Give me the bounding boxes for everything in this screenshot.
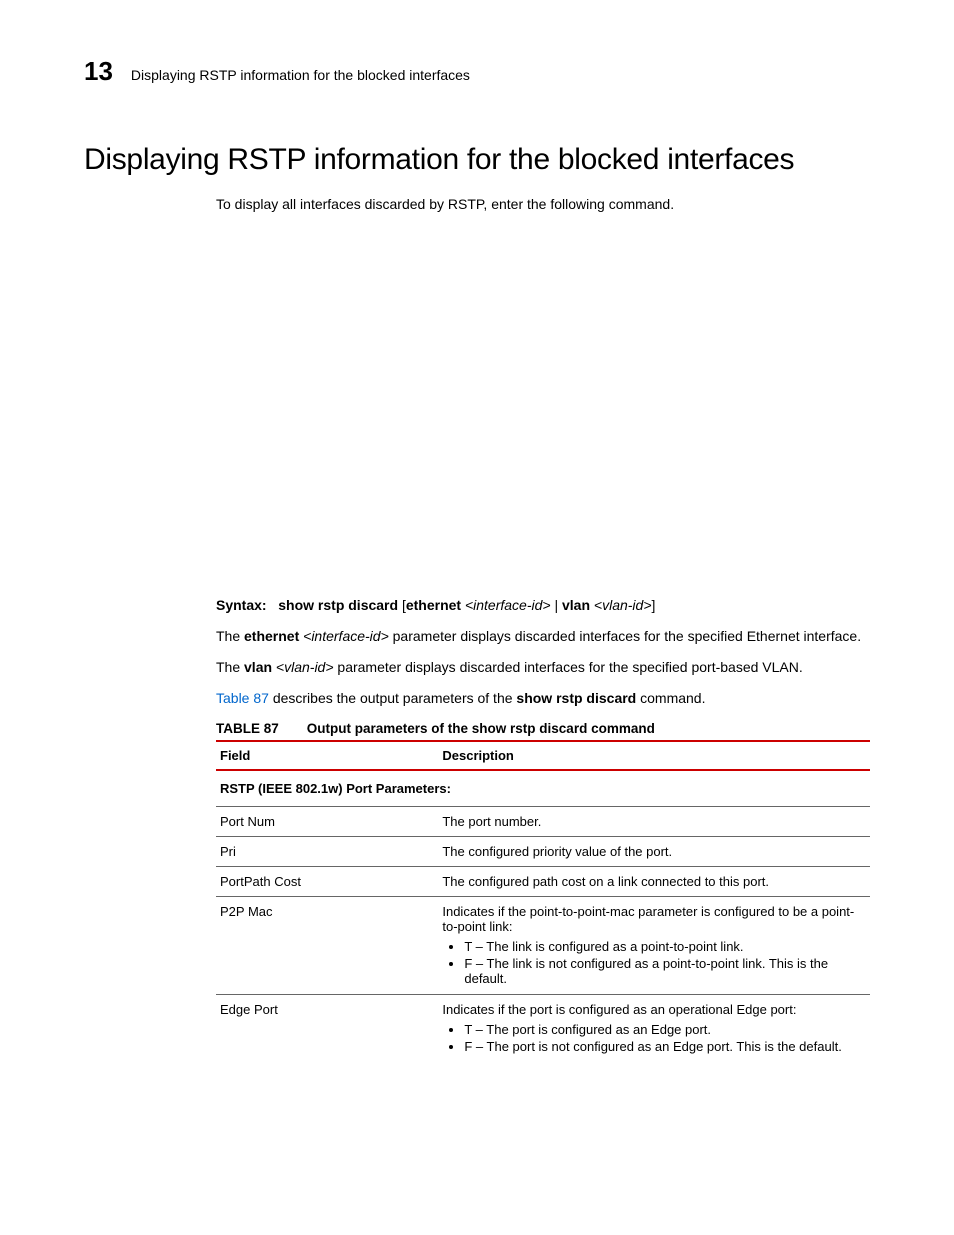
table-header-row: Field Description — [216, 741, 870, 770]
syntax-ethernet-keyword: ethernet — [406, 597, 461, 613]
syntax-pipe: | — [551, 597, 562, 613]
chapter-number: 13 — [84, 56, 113, 87]
bullet-list: T – The port is configured as an Edge po… — [442, 1021, 866, 1055]
syntax-close-bracket: ] — [652, 597, 656, 613]
body-content: To display all interfaces discarded by R… — [216, 195, 870, 1062]
text-run: The — [216, 628, 244, 644]
text-italic: <vlan-id> — [272, 659, 333, 675]
syntax-vlan-keyword: vlan — [562, 597, 590, 613]
list-item: F – The link is not configured as a poin… — [464, 955, 866, 987]
text-bold: ethernet — [244, 628, 299, 644]
bullet-list: T – The link is configured as a point-to… — [442, 938, 866, 987]
table-xref-link[interactable]: Table 87 — [216, 690, 269, 706]
table-title: TABLE 87 Output parameters of the show rs… — [216, 721, 870, 736]
syntax-label: Syntax: — [216, 597, 267, 613]
cell-field: P2P Mac — [216, 897, 438, 995]
text-run: Indicates if the point-to-point-mac para… — [442, 904, 854, 934]
cell-desc: The configured priority value of the por… — [438, 837, 870, 867]
cell-field: Port Num — [216, 807, 438, 837]
cell-field: Edge Port — [216, 995, 438, 1063]
text-run: describes the output parameters of the — [269, 690, 516, 706]
syntax-open-bracket: [ — [398, 597, 406, 613]
ethernet-paragraph: The ethernet <interface-id> parameter di… — [216, 627, 870, 646]
text-run: The — [216, 659, 244, 675]
table-row: Port Num The port number. — [216, 807, 870, 837]
table-row: P2P Mac Indicates if the point-to-point-… — [216, 897, 870, 995]
cell-desc: Indicates if the port is configured as a… — [438, 995, 870, 1063]
table-subheader: RSTP (IEEE 802.1w) Port Parameters: — [216, 770, 870, 807]
page: 13 Displaying RSTP information for the b… — [0, 0, 954, 1122]
list-item: T – The link is configured as a point-to… — [464, 938, 866, 955]
cell-desc: The configured path cost on a link conne… — [438, 867, 870, 897]
section-heading: Displaying RSTP information for the bloc… — [84, 143, 870, 177]
syntax-line: Syntax: show rstp discard [ethernet <int… — [216, 596, 870, 615]
xref-paragraph: Table 87 describes the output parameters… — [216, 689, 870, 708]
text-run: Indicates if the port is configured as a… — [442, 1002, 796, 1017]
cell-field: PortPath Cost — [216, 867, 438, 897]
text-run: parameter displays discarded interfaces … — [389, 628, 861, 644]
text-italic: <interface-id> — [299, 628, 389, 644]
syntax-vlan-arg: <vlan-id> — [590, 597, 651, 613]
cell-desc: Indicates if the point-to-point-mac para… — [438, 897, 870, 995]
list-item: F – The port is not configured as an Edg… — [464, 1038, 866, 1055]
cell-desc: The port number. — [438, 807, 870, 837]
table-number: TABLE 87 — [216, 721, 279, 736]
syntax-ethernet-arg: <interface-id> — [461, 597, 551, 613]
text-bold: vlan — [244, 659, 272, 675]
table-row: Pri The configured priority value of the… — [216, 837, 870, 867]
codeblock-placeholder — [216, 226, 870, 596]
parameters-table: Field Description RSTP (IEEE 802.1w) Por… — [216, 740, 870, 1062]
col-header-field: Field — [216, 741, 438, 770]
col-header-description: Description — [438, 741, 870, 770]
table-subheader-row: RSTP (IEEE 802.1w) Port Parameters: — [216, 770, 870, 807]
list-item: T – The port is configured as an Edge po… — [464, 1021, 866, 1038]
cell-field: Pri — [216, 837, 438, 867]
intro-paragraph: To display all interfaces discarded by R… — [216, 195, 870, 214]
syntax-command: show rstp discard — [278, 597, 398, 613]
table-row: PortPath Cost The configured path cost o… — [216, 867, 870, 897]
text-bold: show rstp discard — [516, 690, 636, 706]
running-header: 13 Displaying RSTP information for the b… — [84, 56, 870, 87]
table-row: Edge Port Indicates if the port is confi… — [216, 995, 870, 1063]
vlan-paragraph: The vlan <vlan-id> parameter displays di… — [216, 658, 870, 677]
text-run: command. — [636, 690, 705, 706]
text-run: parameter displays discarded interfaces … — [334, 659, 803, 675]
chapter-title: Displaying RSTP information for the bloc… — [131, 67, 470, 83]
table-caption: Output parameters of the show rstp disca… — [307, 721, 655, 736]
